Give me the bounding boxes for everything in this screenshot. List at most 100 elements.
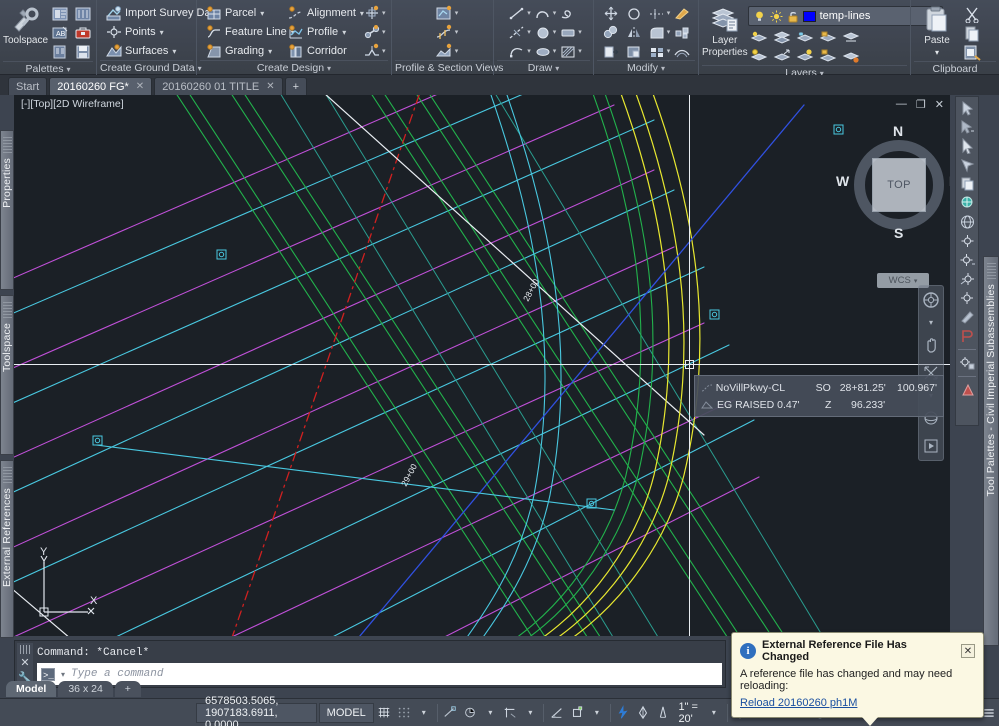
- unlock-icon[interactable]: [787, 10, 799, 23]
- layout-tab-model[interactable]: Model: [6, 681, 57, 697]
- construction-line-icon[interactable]: [506, 23, 528, 41]
- tool-palettes-icon[interactable]: [72, 5, 94, 23]
- chevron-down-icon[interactable]: ▾: [260, 9, 264, 18]
- drag-grip[interactable]: [2, 137, 12, 153]
- viewcube-top-face[interactable]: TOP: [872, 158, 926, 212]
- paste-button[interactable]: Paste ▾: [914, 4, 960, 58]
- layer-change-icon[interactable]: [772, 47, 794, 65]
- spline-icon[interactable]: [557, 4, 579, 22]
- lightbulb-icon[interactable]: [753, 10, 766, 23]
- annotate-icon[interactable]: [959, 328, 976, 344]
- panel-title-palettes[interactable]: Palettes ▾: [3, 61, 93, 76]
- chevron-down-icon[interactable]: ▾: [578, 47, 582, 55]
- navigation-bar[interactable]: ▾ ▾: [918, 285, 944, 461]
- layout-tab-36x24[interactable]: 36 x 24: [58, 681, 113, 697]
- move-icon[interactable]: [600, 4, 622, 22]
- layer-off-icon[interactable]: [749, 28, 771, 46]
- layer-color-swatch[interactable]: [802, 10, 816, 22]
- isolate-objects-icon[interactable]: [959, 382, 976, 398]
- feature-line-button[interactable]: Feature Line ▾: [202, 23, 295, 41]
- erase-icon[interactable]: [671, 4, 693, 22]
- select-similar-icon[interactable]: [959, 100, 976, 116]
- pan-icon[interactable]: [921, 335, 941, 355]
- copy-clip-icon[interactable]: [961, 24, 983, 42]
- close-icon[interactable]: ✕: [961, 644, 975, 658]
- chevron-down-icon[interactable]: ▾: [667, 9, 671, 17]
- chevron-down-icon[interactable]: ▾: [414, 703, 434, 723]
- document-tab-title[interactable]: 20160260 01 TITLE ✕: [154, 77, 283, 95]
- panel-title-create-ground-data[interactable]: Create Ground Data ▾: [100, 60, 202, 75]
- offset-icon[interactable]: [671, 42, 693, 60]
- mirror-icon[interactable]: [623, 23, 645, 41]
- layer-properties-button[interactable]: Layer Properties: [702, 4, 748, 58]
- quick-select-icon[interactable]: [959, 119, 976, 135]
- drag-grip[interactable]: [2, 467, 12, 483]
- civil-tool-strip[interactable]: [955, 96, 979, 426]
- pipe-network-icon[interactable]: [361, 23, 383, 41]
- chevron-down-icon[interactable]: ▾: [553, 9, 557, 17]
- line-icon[interactable]: [506, 4, 528, 22]
- hatch-icon[interactable]: [557, 42, 579, 60]
- notification-balloon[interactable]: i External Reference File Has Changed ✕ …: [731, 632, 984, 726]
- compass-east-label[interactable]: E: [949, 173, 950, 189]
- parcel-button[interactable]: Parcel ▾: [202, 4, 282, 22]
- globe-icon[interactable]: [959, 195, 976, 211]
- profile-button[interactable]: Profile ▾: [284, 23, 360, 41]
- polar-icon[interactable]: [547, 703, 567, 723]
- profile-view-icon[interactable]: [434, 4, 456, 22]
- model-space-button[interactable]: MODEL: [318, 702, 374, 723]
- geolocation-icon[interactable]: [959, 214, 976, 230]
- chevron-down-icon[interactable]: ▾: [921, 318, 941, 327]
- compass-west-label[interactable]: W: [836, 173, 849, 189]
- snap-icon[interactable]: [394, 703, 414, 723]
- alignment-button[interactable]: Alignment ▾: [284, 4, 364, 22]
- section-view-icon[interactable]: [434, 42, 456, 60]
- arc-icon[interactable]: [532, 4, 554, 22]
- sun-icon[interactable]: [770, 10, 783, 23]
- stretch-icon[interactable]: [600, 42, 622, 60]
- chevron-down-icon[interactable]: ▾: [455, 9, 459, 17]
- showmotion-icon[interactable]: [921, 436, 941, 456]
- fillet-icon[interactable]: [646, 23, 668, 41]
- layer-isolate-icon[interactable]: [772, 28, 794, 46]
- cut-icon[interactable]: [961, 5, 983, 23]
- drag-grip[interactable]: [2, 302, 12, 318]
- steering-wheel-icon[interactable]: [921, 290, 941, 310]
- chevron-down-icon[interactable]: ▾: [172, 47, 176, 56]
- object-viewer-icon[interactable]: [959, 355, 976, 371]
- toolbox-icon[interactable]: [72, 24, 94, 42]
- chevron-down-icon[interactable]: ▾: [527, 28, 531, 36]
- copy-icon[interactable]: [600, 23, 622, 41]
- layer-on-icon[interactable]: [749, 47, 771, 65]
- layer-merge-icon[interactable]: [841, 28, 863, 46]
- point-add-icon[interactable]: [959, 252, 976, 268]
- trim-icon[interactable]: [646, 4, 668, 22]
- ellipse-icon[interactable]: [532, 42, 554, 60]
- chevron-down-icon[interactable]: ▾: [914, 277, 918, 285]
- toolspace-button[interactable]: Toolspace: [3, 4, 48, 47]
- point-marker-icon[interactable]: [959, 233, 976, 249]
- palette-bar-properties[interactable]: Properties: [0, 130, 14, 290]
- viewcube[interactable]: TOP N S E W WCS▾: [836, 123, 950, 288]
- inquiry-icon[interactable]: AB: [49, 24, 71, 42]
- annotation-scale-selector[interactable]: 1" = 20': [673, 701, 703, 725]
- point-move-icon[interactable]: [959, 271, 976, 287]
- new-layout-button[interactable]: +: [114, 681, 141, 697]
- dynamic-ucs-icon[interactable]: [460, 703, 480, 723]
- panel-title-draw[interactable]: Draw ▾: [497, 60, 590, 75]
- chevron-down-icon[interactable]: ▾: [587, 703, 607, 723]
- explode-icon[interactable]: [671, 23, 693, 41]
- measure-icon[interactable]: [959, 309, 976, 325]
- survey-icon[interactable]: [49, 43, 71, 61]
- chevron-down-icon[interactable]: ▾: [268, 47, 272, 56]
- grading-button[interactable]: Grading ▾: [202, 42, 282, 60]
- panel-title-create-design[interactable]: Create Design ▾: [200, 60, 388, 75]
- chevron-down-icon[interactable]: ▾: [455, 47, 459, 55]
- reload-reference-link[interactable]: Reload 20160260 ph1M: [740, 697, 975, 709]
- lineweight-icon[interactable]: [653, 703, 673, 723]
- panorama-icon[interactable]: [49, 5, 71, 23]
- chevron-down-icon[interactable]: ▾: [382, 47, 386, 55]
- chevron-down-icon[interactable]: ▾: [578, 28, 582, 36]
- close-icon[interactable]: ✕: [935, 98, 944, 111]
- drag-grip[interactable]: [986, 263, 996, 279]
